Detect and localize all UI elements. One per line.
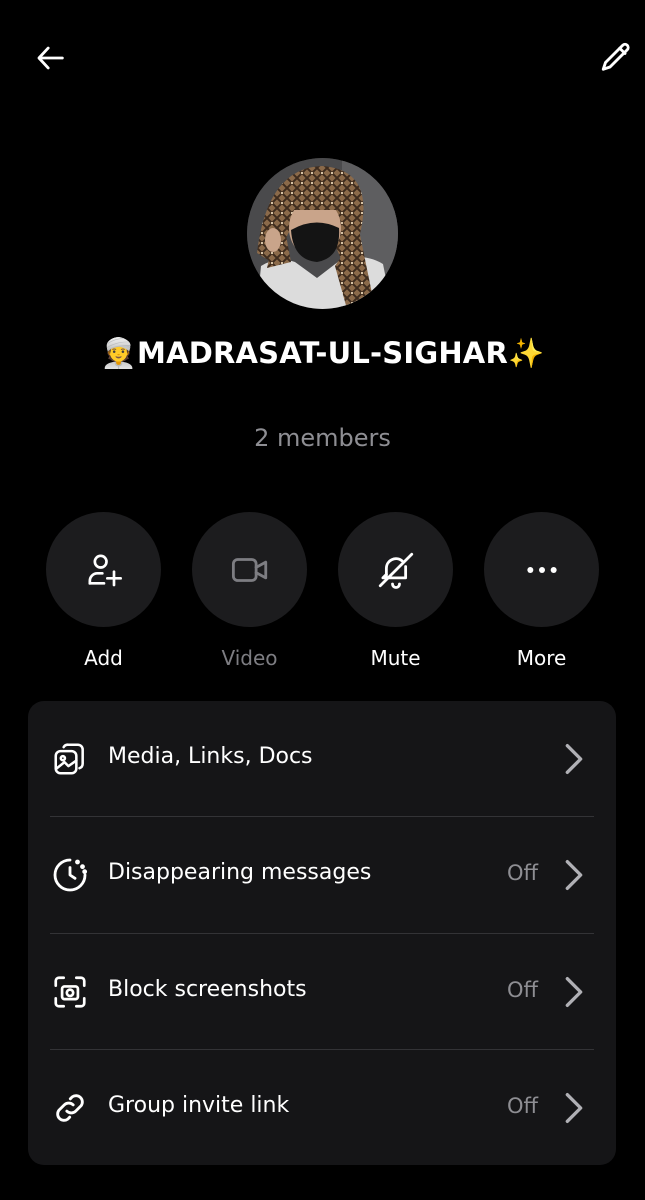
settings-row-value: Off xyxy=(507,978,538,1002)
more-label: More xyxy=(516,646,567,670)
link-icon xyxy=(50,1088,90,1128)
settings-row-media[interactable]: Media, Links, Docs xyxy=(28,701,616,817)
more-button[interactable]: More xyxy=(484,512,599,670)
action-buttons: Add Video Mute More xyxy=(46,512,599,670)
settings-row-value: Off xyxy=(507,1094,538,1118)
bell-off-icon xyxy=(378,552,413,589)
video-call-button[interactable]: Video xyxy=(192,512,307,670)
group-name: 👳MADRASAT-UL-SIGHAR✨ xyxy=(100,336,545,370)
settings-row-label: Block screenshots xyxy=(108,977,307,1002)
mute-button-circle[interactable] xyxy=(338,512,453,627)
mute-label: Mute xyxy=(370,646,421,670)
media-icon xyxy=(50,739,90,779)
add-button-circle[interactable] xyxy=(46,512,161,627)
settings-row-value: Off xyxy=(507,861,538,885)
more-dots-icon xyxy=(526,566,557,573)
more-button-circle[interactable] xyxy=(484,512,599,627)
chevron-right-icon xyxy=(562,857,586,893)
member-count[interactable]: 2 members xyxy=(0,424,645,452)
add-label: Add xyxy=(84,646,123,670)
timer-icon xyxy=(50,855,90,895)
settings-row-label: Disappearing messages xyxy=(108,860,372,885)
arrow-left-icon xyxy=(37,46,64,70)
video-label: Video xyxy=(221,646,278,670)
avatar-image xyxy=(247,158,398,309)
settings-row-invite-link[interactable]: Group invite link Off xyxy=(28,1050,616,1166)
settings-panel: Media, Links, Docs Disappearing messages… xyxy=(28,701,616,1165)
chevron-right-icon xyxy=(562,1090,586,1126)
add-member-button[interactable]: Add xyxy=(46,512,161,670)
mute-button[interactable]: Mute xyxy=(338,512,453,670)
settings-row-label: Group invite link xyxy=(108,1093,290,1118)
pencil-icon xyxy=(601,42,630,71)
settings-row-block-screenshots[interactable]: Block screenshots Off xyxy=(28,934,616,1050)
video-button-circle[interactable] xyxy=(192,512,307,627)
screenshot-icon xyxy=(50,972,90,1012)
settings-row-disappearing[interactable]: Disappearing messages Off xyxy=(28,817,616,933)
video-camera-icon xyxy=(231,557,267,582)
chevron-right-icon xyxy=(562,974,586,1010)
chevron-right-icon xyxy=(562,741,586,777)
back-button[interactable] xyxy=(27,34,75,82)
edit-button[interactable] xyxy=(592,34,640,82)
group-info-screen: 👳MADRASAT-UL-SIGHAR✨ 2 members Add Video… xyxy=(0,0,645,1200)
group-avatar[interactable] xyxy=(247,158,398,309)
settings-row-label: Media, Links, Docs xyxy=(108,744,313,769)
add-user-icon xyxy=(88,554,122,586)
